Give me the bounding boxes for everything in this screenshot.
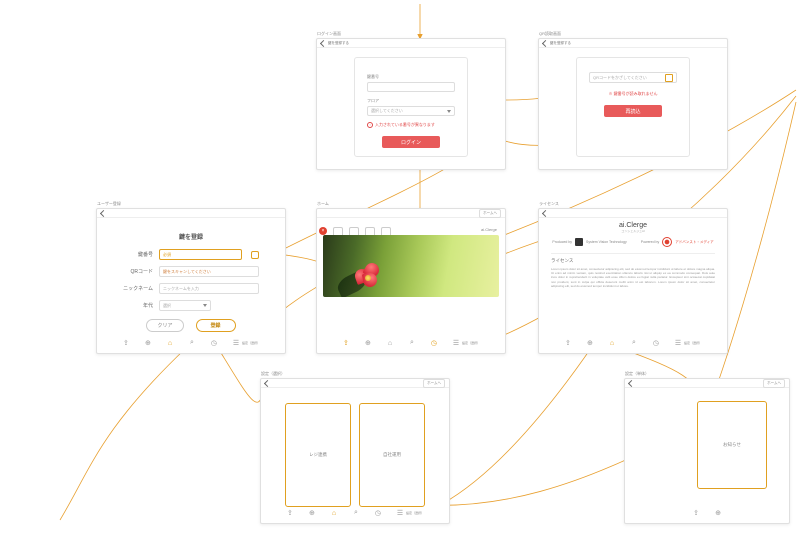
back-icon[interactable] (542, 39, 549, 46)
key-label: 鍵番号 (123, 251, 153, 258)
share-icon[interactable]: ⇪ (692, 509, 700, 517)
frame-license: ライセンス ai.Clerge コンシェルジュAI Produced bySys… (538, 208, 728, 354)
back-icon[interactable] (100, 209, 107, 216)
login-button[interactable]: ログイン (382, 136, 440, 148)
nickname-label: ニックネーム (123, 285, 153, 292)
back-icon[interactable] (542, 209, 549, 216)
login-error: !入力されている番号が異なります (367, 122, 455, 128)
tab-bar: ⇪ ⊕ ⌂ ⌕ ◷ ☰設定（選択） (261, 507, 449, 519)
home-link[interactable]: ホームへ (763, 379, 785, 388)
key-label: 鍵番号 (367, 74, 455, 80)
warning-icon: ! (367, 122, 373, 128)
share-icon[interactable]: ⇪ (564, 339, 572, 347)
app-logo: ai.Clerge (481, 227, 497, 232)
nickname-input[interactable]: ニックネームを入力 (159, 283, 259, 294)
app-logo: ai.Clerge (539, 222, 727, 229)
tab-bar: ⇪ ⊕ (625, 507, 789, 519)
settings-tab[interactable]: ☰設定（選択） (452, 339, 480, 347)
add-icon[interactable]: ⊕ (144, 339, 152, 347)
frame-title: ライセンス (539, 201, 559, 207)
back-icon[interactable] (264, 379, 271, 386)
login-card: 鍵番号 フロア 選択してください !入力されている番号が異なります ログイン (354, 57, 468, 157)
home-icon[interactable]: ⌂ (166, 339, 174, 347)
add-icon[interactable]: ⊕ (364, 339, 372, 347)
home-icon[interactable]: ⌂ (608, 339, 616, 347)
share-icon[interactable]: ⇪ (342, 339, 350, 347)
settings-tab[interactable]: ☰設定（選択） (674, 339, 702, 347)
close-icon[interactable]: × (319, 227, 327, 235)
frame-title: ホーム (317, 201, 329, 207)
qr-error: ※ 鍵番号が読み取れません (589, 91, 677, 97)
frame-title: ユーザー登録 (97, 201, 121, 207)
chevron-down-icon (203, 304, 207, 307)
frame-home: ホーム ホームへ × ai.Clerge ⇪ ⊕ ⌂ ⌕ ◷ ☰設定（選択） (316, 208, 506, 354)
app-tagline: コンシェルジュAI (539, 229, 727, 233)
home-icon[interactable]: ⌂ (386, 339, 394, 347)
home-link[interactable]: ホームへ (423, 379, 445, 388)
age-label: 年代 (123, 302, 153, 309)
history-icon[interactable]: ◷ (374, 509, 382, 517)
home-link[interactable]: ホームへ (479, 209, 501, 218)
tab-bar: ⇪ ⊕ ⌂ ⌕ ◷ ☰設定（選択） (539, 337, 727, 349)
license-section-title: ライセンス (551, 258, 715, 264)
history-icon[interactable]: ◷ (652, 339, 660, 347)
search-icon[interactable]: ⌕ (352, 509, 360, 517)
tab-bar: ⇪ ⊕ ⌂ ⌕ ◷ ☰設定（選択） (317, 337, 505, 349)
frame-register: ユーザー登録 鍵を登録 鍵番号 必須 QRコード 鍵をスキャンしてください ニッ… (96, 208, 286, 354)
share-icon[interactable]: ⇪ (286, 509, 294, 517)
search-icon[interactable]: ⌕ (408, 339, 416, 347)
frame-qr: QR読取画面 鍵を登録する QRコードをかざしてください ※ 鍵番号が読み取れま… (538, 38, 728, 170)
chevron-down-icon (447, 110, 451, 113)
home-icon[interactable]: ⌂ (330, 509, 338, 517)
floor-select[interactable]: 選択してください (367, 106, 455, 116)
qr-card: QRコードをかざしてください ※ 鍵番号が読み取れません 再読込 (576, 57, 690, 157)
option-pos[interactable]: レジ連携 (285, 403, 351, 507)
age-select[interactable]: 選択 (159, 300, 211, 311)
qr-retry-button[interactable]: 再読込 (604, 105, 662, 117)
search-icon[interactable]: ⌕ (630, 339, 638, 347)
history-icon[interactable]: ◷ (210, 339, 218, 347)
breadcrumb: 鍵を登録する (550, 41, 571, 46)
qr-label: QRコード (123, 268, 153, 275)
frame-title: ログイン画面 (317, 31, 341, 37)
history-icon[interactable]: ◷ (430, 339, 438, 347)
add-icon[interactable]: ⊕ (714, 509, 722, 517)
key-input[interactable]: 必須 (159, 249, 242, 260)
clear-button[interactable]: クリア (146, 319, 183, 332)
floor-label: フロア (367, 98, 455, 104)
share-icon[interactable]: ⇪ (122, 339, 130, 347)
key-input[interactable] (367, 82, 455, 92)
qr-icon (665, 74, 673, 82)
back-icon[interactable] (320, 39, 327, 46)
frame-settings-two: 設定（選択） ホームへ レジ連携 自社運用 ⇪ ⊕ ⌂ ⌕ ◷ ☰設定（選択） (260, 378, 450, 524)
breadcrumb: 鍵を登録する (328, 41, 349, 46)
scan-icon[interactable] (251, 251, 259, 259)
frame-login: ログイン画面 鍵を登録する 鍵番号 フロア 選択してください !入力されている番… (316, 38, 506, 170)
frame-settings-one: 設定（単体） ホームへ お知らせ ⇪ ⊕ (624, 378, 790, 524)
add-icon[interactable]: ⊕ (308, 509, 316, 517)
back-icon[interactable] (628, 379, 635, 386)
frame-title: 設定（選択） (261, 371, 285, 377)
frame-title: QR読取画面 (539, 31, 561, 37)
settings-tab[interactable]: ☰設定（選択） (396, 509, 424, 517)
producer-logo (575, 238, 583, 246)
settings-tab[interactable]: ☰設定（選択） (232, 339, 260, 347)
powered-logo (662, 237, 672, 247)
qr-scan-field[interactable]: QRコードをかざしてください (589, 72, 677, 83)
notice-card[interactable]: お知らせ (697, 401, 767, 489)
option-self[interactable]: 自社運用 (359, 403, 425, 507)
hero-image (323, 235, 499, 297)
tab-bar: ⇪ ⊕ ⌂ ⌕ ◷ ☰設定（選択） (97, 337, 285, 349)
search-icon[interactable]: ⌕ (188, 339, 196, 347)
license-text: Lorem ipsum dolor sit amet, consectetur … (551, 267, 715, 321)
add-icon[interactable]: ⊕ (586, 339, 594, 347)
frame-title: 設定（単体） (625, 371, 649, 377)
register-button[interactable]: 登録 (196, 319, 236, 332)
qr-input[interactable]: 鍵をスキャンしてください (159, 266, 259, 277)
register-heading: 鍵を登録 (123, 232, 259, 241)
